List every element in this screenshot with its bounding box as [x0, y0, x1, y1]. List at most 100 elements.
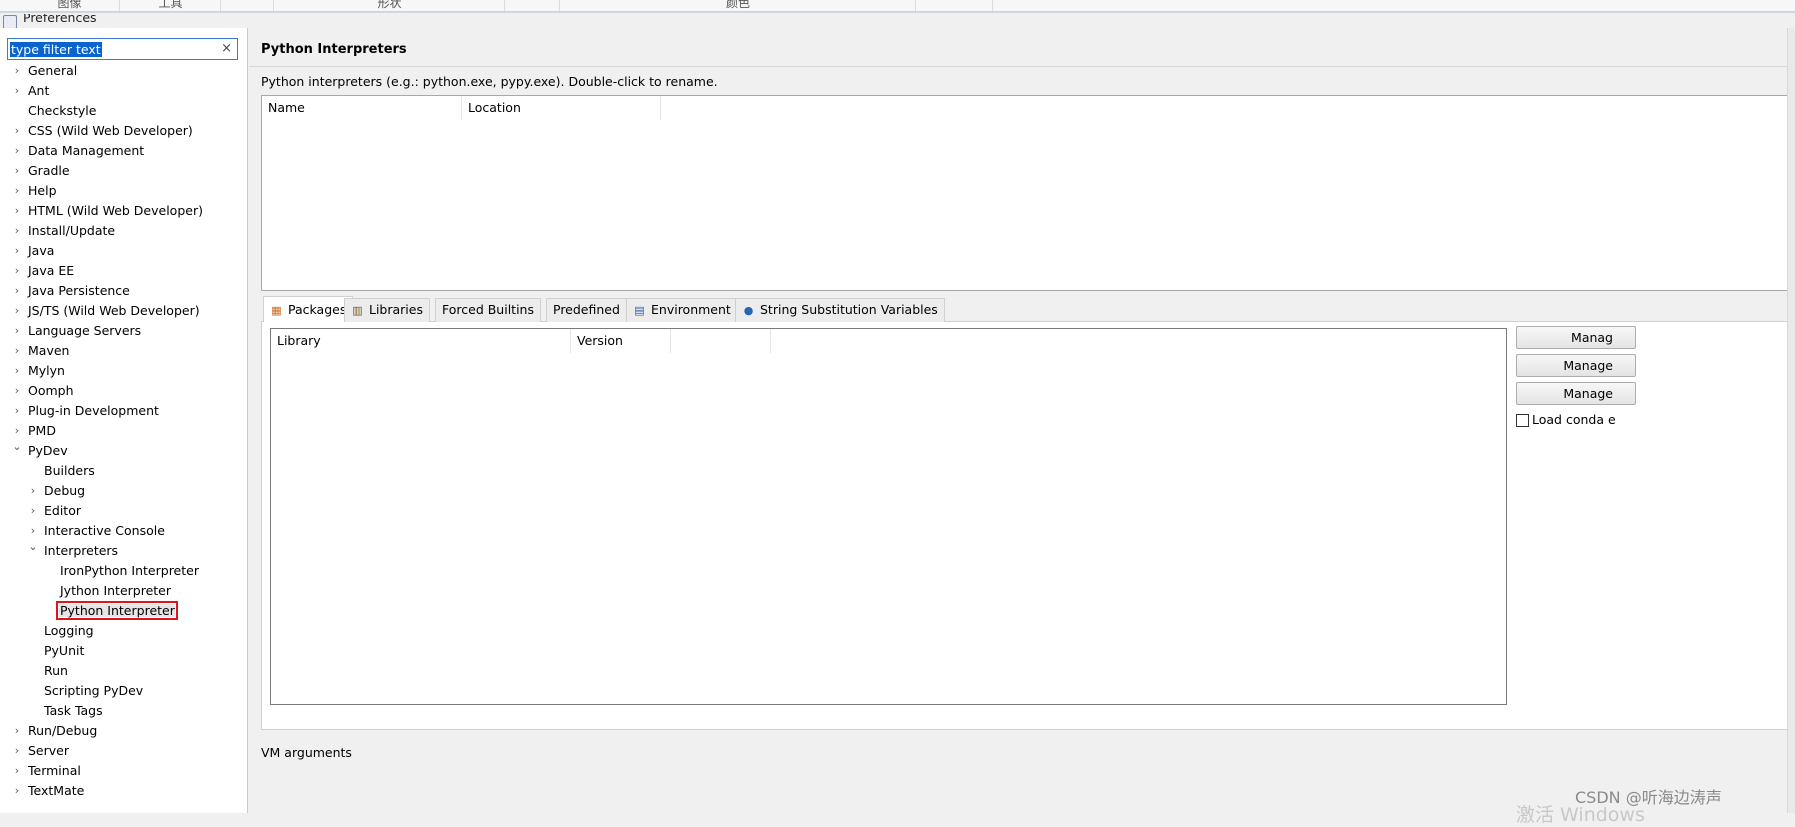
tree-item[interactable]: › Terminal [0, 761, 247, 781]
tree-item[interactable]: › Java EE [0, 261, 247, 281]
column-header-location[interactable]: Location [462, 96, 661, 120]
tree-item[interactable]: › Editor [0, 501, 247, 521]
tree-item[interactable]: › CSS (Wild Web Developer) [0, 121, 247, 141]
chevron-down-icon[interactable]: ⌄ [12, 437, 22, 457]
chevron-right-icon[interactable]: › [12, 741, 22, 761]
chevron-right-icon[interactable]: › [12, 81, 22, 101]
chevron-right-icon[interactable]: › [12, 301, 22, 321]
tree-item[interactable]: › HTML (Wild Web Developer) [0, 201, 247, 221]
chevron-right-icon[interactable]: › [12, 381, 22, 401]
column-header-name[interactable]: Name [262, 96, 462, 120]
chevron-right-icon[interactable]: › [12, 141, 22, 161]
chevron-right-icon[interactable]: › [12, 181, 22, 201]
chevron-right-icon[interactable]: › [12, 341, 22, 361]
tree-item-label: Java [28, 243, 55, 258]
chevron-right-icon[interactable]: › [12, 361, 22, 381]
chevron-down-icon[interactable]: ⌄ [28, 537, 38, 557]
tab-predefined[interactable]: Predefined [546, 298, 627, 322]
title-separator [249, 66, 1795, 67]
tree-item[interactable]: › Language Servers [0, 321, 247, 341]
tree-item-label: Debug [44, 483, 86, 498]
chevron-right-icon[interactable]: › [12, 261, 22, 281]
tab-libraries[interactable]: ▥ Libraries [344, 298, 430, 322]
tree-item[interactable]: › Run/Debug [0, 721, 247, 741]
tree-item[interactable]: Run [0, 661, 247, 681]
tree-item[interactable]: Logging [0, 621, 247, 641]
tree-item[interactable]: › Help [0, 181, 247, 201]
tree-item[interactable]: › JS/TS (Wild Web Developer) [0, 301, 247, 321]
tab-libraries-label: Libraries [369, 302, 423, 317]
tree-item-label: Scripting PyDev [44, 683, 144, 698]
chevron-right-icon[interactable]: › [12, 161, 22, 181]
chevron-right-icon[interactable]: › [28, 501, 38, 521]
load-conda-checkbox[interactable] [1516, 414, 1529, 427]
tree-item[interactable]: Python Interpreter [0, 601, 247, 621]
tree-item-label: Ant [28, 83, 50, 98]
tree-item[interactable]: Scripting PyDev [0, 681, 247, 701]
chevron-right-icon[interactable]: › [12, 781, 22, 801]
chevron-right-icon[interactable]: › [28, 481, 38, 501]
tree-item[interactable]: › TextMate [0, 781, 247, 801]
tree-item[interactable]: Builders [0, 461, 247, 481]
tree-item[interactable]: › Data Management [0, 141, 247, 161]
tree-item-label: Plug-in Development [28, 403, 159, 418]
chevron-right-icon[interactable]: › [12, 221, 22, 241]
column-header-version[interactable]: Version [571, 329, 671, 353]
tree-item[interactable]: › General [0, 61, 247, 81]
tab-string-substitution-variables[interactable]: ● String Substitution Variables [735, 298, 945, 322]
tree-item[interactable]: › Mylyn [0, 361, 247, 381]
libraries-icon: ▥ [352, 304, 363, 317]
chevron-right-icon[interactable]: › [12, 121, 22, 141]
tree-item[interactable]: Checkstyle [0, 101, 247, 121]
tree-item[interactable]: › Oomph [0, 381, 247, 401]
tree-item[interactable]: IronPython Interpreter [0, 561, 247, 581]
load-conda-label: Load conda e [1532, 412, 1616, 427]
tree-item[interactable]: › Ant [0, 81, 247, 101]
tree-item[interactable]: › Maven [0, 341, 247, 361]
packages-icon: ▦ [271, 304, 282, 317]
interpreter-tabs: ▦ Packages ▥ Libraries Forced Builtins Pre… [261, 296, 1795, 323]
filter-input-text: type filter text [10, 42, 102, 57]
tree-item[interactable]: › PMD [0, 421, 247, 441]
chevron-right-icon[interactable]: › [12, 61, 22, 81]
activate-windows-watermark: 激活 Windows [1516, 804, 1645, 826]
toolbar-accent-line [0, 11, 1795, 12]
tree-item-label: Maven [28, 343, 70, 358]
tab-forced-builtins[interactable]: Forced Builtins [435, 298, 541, 322]
manage-button-1[interactable]: Manag [1516, 326, 1636, 349]
tree-item[interactable]: › Gradle [0, 161, 247, 181]
tree-item[interactable]: Task Tags [0, 701, 247, 721]
manage-button-3[interactable]: Manage [1516, 382, 1636, 405]
tree-item[interactable]: ⌄ Interpreters [0, 540, 247, 561]
tree-item[interactable]: ⌄ PyDev [0, 440, 247, 461]
manage-button-2[interactable]: Manage [1516, 354, 1636, 377]
column-header-library[interactable]: Library [271, 329, 571, 353]
tab-packages[interactable]: ▦ Packages [263, 296, 354, 323]
tree-item[interactable]: Jython Interpreter [0, 581, 247, 601]
tree-item-label: HTML (Wild Web Developer) [28, 203, 203, 218]
packages-table[interactable]: Library Version [270, 328, 1507, 705]
chevron-right-icon[interactable]: › [12, 281, 22, 301]
filter-input[interactable]: type filter text × [7, 38, 238, 60]
tab-environment[interactable]: ▤ Environment [626, 298, 738, 322]
tree-item[interactable]: › Plug-in Development [0, 401, 247, 421]
tree-item[interactable]: › Debug [0, 481, 247, 501]
tree-item[interactable]: › Server [0, 741, 247, 761]
chevron-right-icon[interactable]: › [12, 241, 22, 261]
tab-packages-label: Packages [288, 302, 347, 317]
tree-item[interactable]: › Java [0, 241, 247, 261]
chevron-right-icon[interactable]: › [12, 761, 22, 781]
vertical-scrollbar[interactable] [1787, 28, 1795, 813]
column-header-empty[interactable] [671, 329, 771, 353]
chevron-right-icon[interactable]: › [12, 721, 22, 741]
chevron-right-icon[interactable]: › [12, 201, 22, 221]
environment-icon: ▤ [634, 304, 645, 317]
tree-item[interactable]: › Install/Update [0, 221, 247, 241]
tree-item[interactable]: PyUnit [0, 641, 247, 661]
interpreters-table[interactable]: Name Location [261, 95, 1795, 291]
clear-filter-icon[interactable]: × [221, 41, 232, 56]
tree-item-label: Task Tags [44, 703, 103, 718]
tree-item[interactable]: › Java Persistence [0, 281, 247, 301]
chevron-right-icon[interactable]: › [12, 401, 22, 421]
chevron-right-icon[interactable]: › [12, 321, 22, 341]
